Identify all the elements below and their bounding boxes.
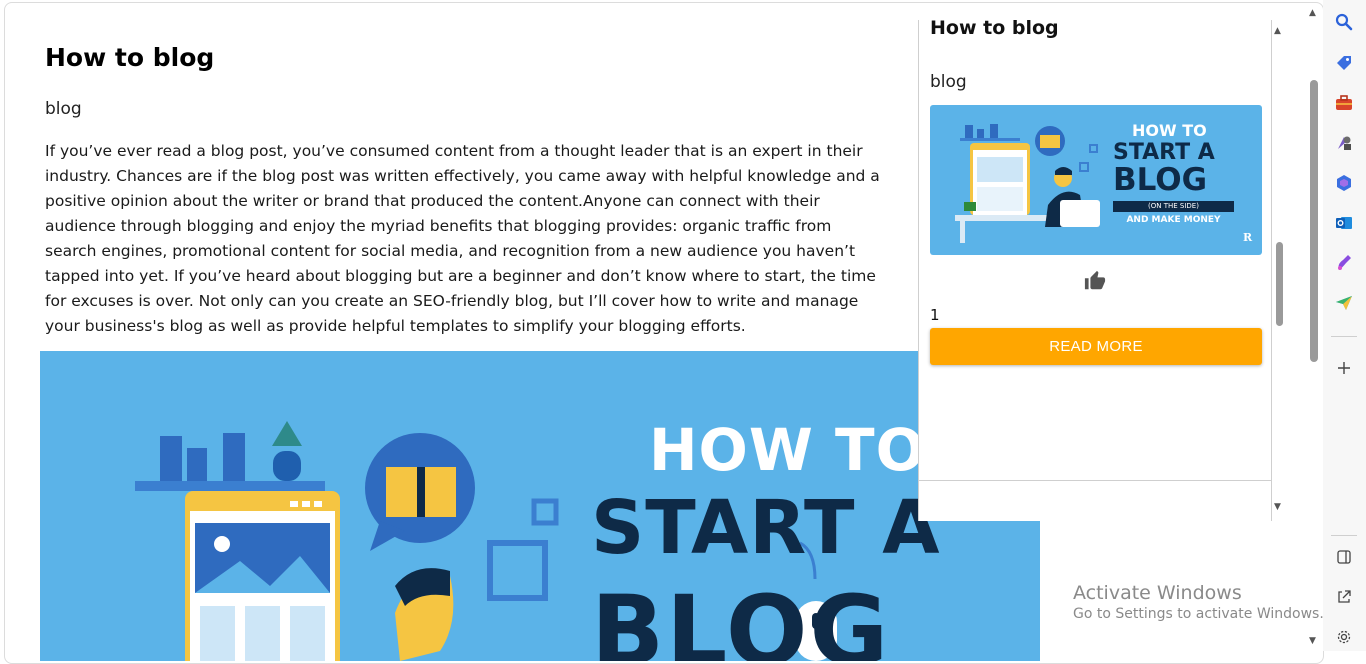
article-category: blog — [45, 99, 82, 119]
send-icon[interactable] — [1333, 292, 1355, 314]
hero-line-3: BLOG — [591, 575, 891, 661]
card-category: blog — [930, 72, 967, 92]
outlook-icon[interactable] — [1333, 212, 1355, 234]
page-scroll-down-icon[interactable]: ▼ — [1309, 636, 1316, 646]
hero-line-1: HOW TO — [649, 416, 926, 484]
windows-activation-watermark: Activate Windows Go to Settings to activ… — [1073, 582, 1324, 622]
scroll-down-arrow-icon[interactable]: ▼ — [1274, 502, 1281, 512]
page-scroll-up-icon[interactable]: ▲ — [1309, 8, 1316, 18]
copilot-icon[interactable] — [1333, 172, 1355, 194]
thumb-line-2: START A — [1113, 140, 1215, 165]
sidebar-divider — [1331, 336, 1357, 337]
toolbox-icon[interactable] — [1333, 92, 1355, 114]
sidebar-divider-2 — [1331, 535, 1357, 536]
scroll-up-arrow-icon[interactable]: ▲ — [1274, 26, 1281, 36]
games-icon[interactable] — [1333, 132, 1355, 154]
search-icon[interactable] — [1333, 11, 1355, 33]
designer-icon[interactable] — [1333, 252, 1355, 274]
panel-scroll-thumb[interactable] — [1276, 242, 1283, 326]
thumb-line-5: AND MAKE MONEY — [1126, 215, 1221, 225]
panel-scrollbar[interactable]: ▲ ▼ — [1272, 20, 1286, 520]
split-view-icon[interactable] — [1333, 546, 1355, 568]
hero-image: HOW TO START A BLOG — [40, 351, 1040, 661]
hero-line-2: START A — [591, 485, 941, 571]
thumb-line-1: HOW TO — [1132, 121, 1207, 140]
like-count: 1 — [930, 306, 940, 324]
thumbs-up-icon[interactable] — [1084, 270, 1106, 292]
page-scroll-thumb[interactable] — [1310, 80, 1318, 362]
card-thumbnail: HOW TO START A BLOG (ON THE SIDE) AND MA… — [930, 105, 1262, 255]
article-body: If you’ve ever read a blog post, you’ve … — [45, 142, 880, 335]
edge-sidebar — [1323, 0, 1366, 651]
thumb-line-3: BLOG — [1113, 162, 1208, 198]
post-card: How to blog blog HOW TO START A BLOG (ON… — [919, 17, 1271, 481]
watermark-title: Activate Windows — [1073, 582, 1242, 604]
read-more-button[interactable]: READ MORE — [930, 328, 1262, 365]
tag-icon[interactable] — [1333, 52, 1355, 74]
external-link-icon[interactable] — [1333, 586, 1355, 608]
article-title: How to blog — [45, 43, 215, 72]
add-icon[interactable] — [1333, 357, 1355, 379]
side-panel: How to blog blog HOW TO START A BLOG (ON… — [918, 17, 1272, 521]
page-scrollbar[interactable]: ▲ ▼ — [1306, 0, 1322, 651]
watermark-subtitle: Go to Settings to activate Windows. — [1073, 606, 1324, 622]
thumb-mark: R — [1243, 231, 1253, 244]
thumb-line-4: (ON THE SIDE) — [1113, 201, 1234, 212]
card-title: How to blog — [930, 17, 1059, 39]
settings-icon[interactable] — [1333, 626, 1355, 648]
